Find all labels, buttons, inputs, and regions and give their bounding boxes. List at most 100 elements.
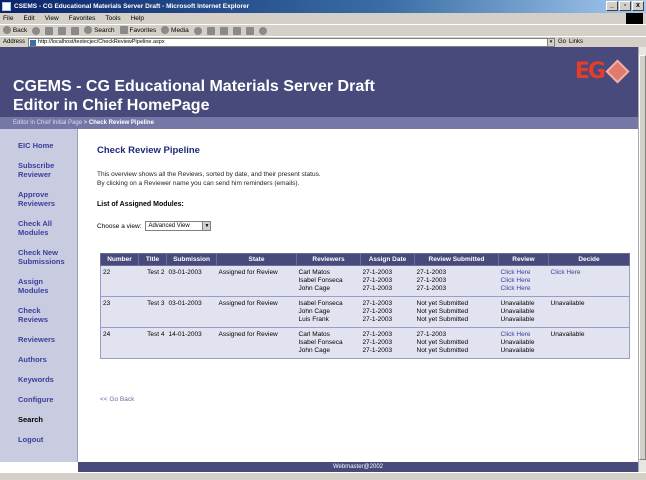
- go-button[interactable]: Go: [558, 37, 566, 48]
- windows-logo-icon: [626, 13, 643, 24]
- back-label: Back: [12, 26, 28, 34]
- messenger-icon[interactable]: [258, 26, 267, 35]
- status-bar: [0, 472, 646, 480]
- close-button[interactable]: x: [632, 1, 644, 11]
- reviewer-link[interactable]: Carl Matos: [299, 331, 359, 339]
- menu-favorites[interactable]: Favorites: [69, 13, 96, 24]
- sidebar-item-check-all-modules[interactable]: Check All Modules: [18, 219, 56, 237]
- sidebar-item-check-reviews[interactable]: Check Reviews: [18, 306, 56, 324]
- media-button[interactable]: Media: [161, 25, 189, 37]
- submitted-value: Not yet Submitted: [416, 347, 469, 354]
- window-controls: _ ▫ x: [606, 1, 644, 11]
- sidebar-item-keywords[interactable]: Keywords: [18, 375, 77, 384]
- sidebar-item-reviewers[interactable]: Reviewers: [18, 335, 77, 344]
- row-number: 24: [100, 327, 139, 359]
- row-assign-dates: 27-1-2003 27-1-2003 27-1-2003: [360, 327, 415, 359]
- review-click-here-link[interactable]: Click Here: [501, 269, 547, 277]
- reviewer-link[interactable]: Isabel Fonseca: [299, 277, 359, 285]
- review-click-here-link[interactable]: Click Here: [501, 285, 547, 293]
- review-unavailable: Unavailable: [500, 308, 535, 315]
- sidebar-item-assign-modules[interactable]: Assign Modules: [18, 277, 56, 295]
- row-title: Test 4: [138, 327, 167, 359]
- submitted-value: Not yet Submitted: [416, 308, 469, 315]
- maximize-button[interactable]: ▫: [619, 1, 631, 11]
- refresh-icon[interactable]: [58, 26, 67, 35]
- sidebar-item-eic-home[interactable]: EIC Home: [18, 141, 77, 150]
- menu-edit[interactable]: Edit: [23, 13, 34, 24]
- reviewer-link[interactable]: Carl Matos: [299, 269, 359, 277]
- eg-logo-text: EG: [574, 59, 606, 84]
- sidebar-item-configure[interactable]: Configure: [18, 395, 77, 404]
- links-button[interactable]: Links: [569, 37, 583, 48]
- view-select[interactable]: Advanced View ▼: [145, 221, 212, 231]
- edit-icon[interactable]: [232, 26, 241, 35]
- menu-help[interactable]: Help: [131, 13, 144, 24]
- sidebar-item-authors[interactable]: Authors: [18, 355, 77, 364]
- row-review-submitted: 27-1-2003 27-1-2003 27-1-2003: [414, 265, 499, 297]
- minimize-button[interactable]: _: [606, 1, 618, 11]
- mail-icon[interactable]: [206, 26, 215, 35]
- sidebar-item-approve-reviewers[interactable]: Approve Reviewers: [18, 190, 56, 208]
- address-dropdown-button[interactable]: ▾: [547, 37, 556, 47]
- vertical-scrollbar[interactable]: [638, 47, 646, 472]
- decide-click-here-link[interactable]: Click Here: [548, 265, 630, 297]
- back-button[interactable]: Back: [3, 25, 27, 37]
- reviewer-link[interactable]: John Cage: [299, 285, 359, 293]
- menu-view[interactable]: View: [45, 13, 59, 24]
- sidebar-item-logout[interactable]: Logout: [18, 435, 77, 444]
- sidebar-item-subscribe-reviewer[interactable]: Subscribe Reviewer: [18, 161, 56, 179]
- row-review-submitted: Not yet Submitted Not yet Submitted Not …: [414, 296, 499, 328]
- row-review: Click Here Unavailable Unavailable: [498, 327, 549, 359]
- reviewer-link[interactable]: Isabel Fonseca: [299, 300, 359, 308]
- assign-date: 27-1-2003: [362, 308, 393, 315]
- chevron-down-icon: ▼: [202, 222, 211, 230]
- reviewer-link[interactable]: Luis Frank: [299, 316, 359, 324]
- sidebar-item-check-new-submissions[interactable]: Check New Submissions: [18, 248, 74, 266]
- row-assign-dates: 27-1-2003 27-1-2003 27-1-2003: [360, 265, 415, 297]
- favorites-icon: [119, 25, 128, 34]
- footer-webmaster-link[interactable]: Webmaster@2002: [333, 464, 383, 470]
- review-click-here-link[interactable]: Click Here: [501, 277, 547, 285]
- menu-bar: File Edit View Favorites Tools Help: [0, 13, 646, 24]
- print-icon[interactable]: [219, 26, 228, 35]
- page-title: Check Review Pipeline: [97, 145, 200, 156]
- submitted-value: Not yet Submitted: [416, 316, 469, 323]
- address-input[interactable]: http://localhost/testecjec/CheckReviewPi…: [28, 37, 549, 47]
- row-number: 22: [100, 265, 139, 297]
- discuss-icon[interactable]: [245, 26, 254, 35]
- go-back-link[interactable]: << Go Back: [100, 396, 134, 403]
- eg-logo: EG: [574, 59, 630, 84]
- menu-file[interactable]: File: [3, 13, 13, 24]
- assign-date: 27-1-2003: [362, 331, 393, 338]
- search-button[interactable]: Search: [84, 25, 115, 37]
- history-icon[interactable]: [193, 26, 202, 35]
- home-icon[interactable]: [71, 26, 80, 35]
- stop-icon[interactable]: [45, 26, 54, 35]
- assign-date: 27-1-2003: [362, 277, 393, 284]
- row-state: Assigned for Review: [216, 327, 297, 359]
- browser-toolbar: Back Search Favorites Media: [0, 24, 646, 36]
- row-submission: 03-01-2003: [166, 296, 217, 328]
- sidebar-item-search[interactable]: Search: [18, 415, 77, 424]
- forward-arrow-icon[interactable]: [32, 26, 41, 35]
- review-click-here-link[interactable]: Click Here: [501, 331, 547, 339]
- assign-date: 27-1-2003: [362, 347, 393, 354]
- assign-date: 27-1-2003: [362, 339, 393, 346]
- breadcrumb-parent-link[interactable]: Editor in Chief Initial Page: [13, 120, 82, 126]
- submitted-value: 27-1-2003: [416, 285, 447, 292]
- row-reviewers: Carl Matos Isabel Fonseca John Cage: [296, 327, 361, 359]
- reviewer-link[interactable]: John Cage: [299, 347, 359, 355]
- review-pipeline-table: Number Title Submission State Reviewers …: [100, 253, 630, 359]
- row-state: Assigned for Review: [216, 265, 297, 297]
- review-unavailable: Unavailable: [500, 339, 535, 346]
- reviewer-link[interactable]: Isabel Fonseca: [299, 339, 359, 347]
- sidebar-nav: EIC Home Subscribe Reviewer Approve Revi…: [0, 129, 78, 462]
- reviewer-link[interactable]: John Cage: [299, 308, 359, 316]
- breadcrumb-separator: >: [82, 120, 89, 126]
- favorites-button[interactable]: Favorites: [119, 25, 156, 37]
- view-label: Choose a view:: [97, 222, 142, 230]
- decide-unavailable: Unavailable: [548, 296, 630, 328]
- window-title-bar[interactable]: CSEMS - CG Educational Materials Server …: [0, 0, 646, 13]
- scrollbar-thumb[interactable]: [639, 55, 646, 460]
- menu-tools[interactable]: Tools: [105, 13, 120, 24]
